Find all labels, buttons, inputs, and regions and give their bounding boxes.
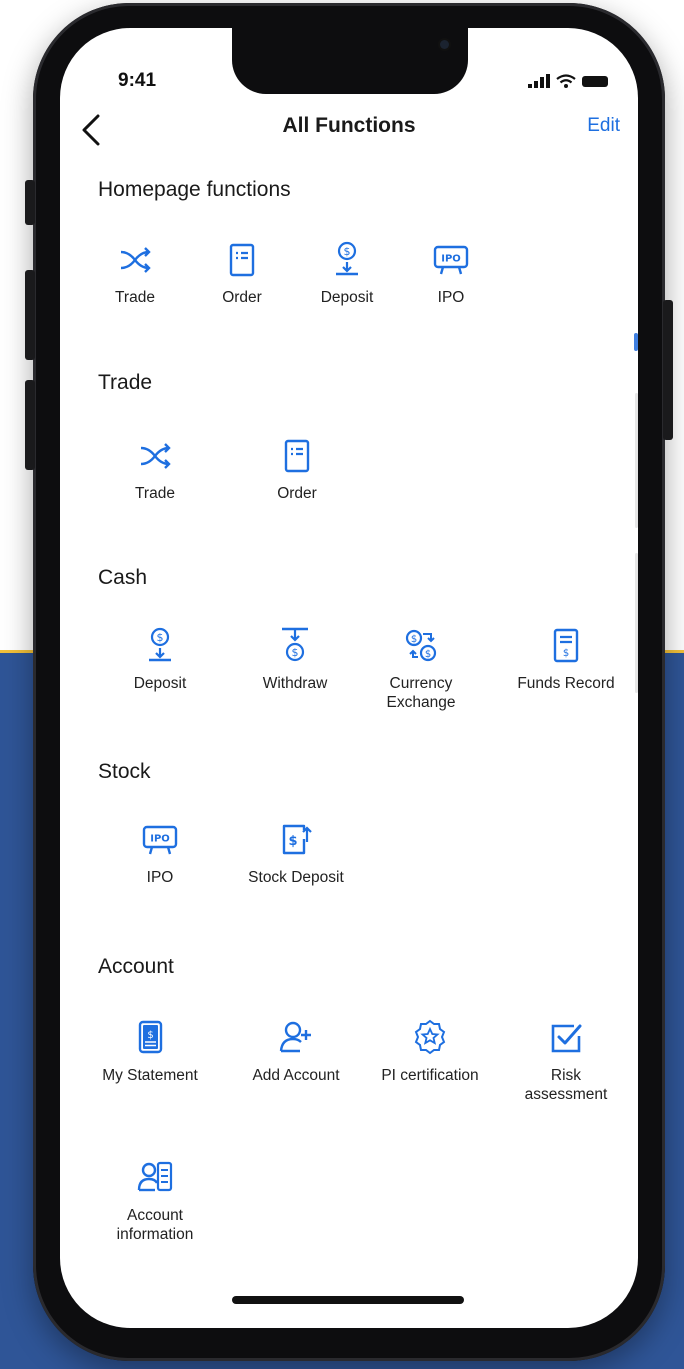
function-item-order[interactable]: Order <box>187 240 297 307</box>
order-list-icon <box>229 243 255 277</box>
function-label: Withdraw <box>262 675 328 692</box>
svg-text:IPO: IPO <box>150 834 170 845</box>
order-list-icon <box>284 439 310 473</box>
add-user-icon <box>279 1021 311 1053</box>
section-title-stock: Stock <box>98 760 151 783</box>
section-title-account: Account <box>98 955 174 978</box>
function-item-add-account[interactable]: Add Account <box>234 1018 358 1085</box>
svg-text:$: $ <box>344 245 351 258</box>
withdraw-coin-icon: $ <box>282 627 308 662</box>
function-label: IPO <box>146 869 174 886</box>
function-item-trade[interactable]: Trade <box>80 240 190 307</box>
statement-icon: $ <box>138 1020 163 1054</box>
phone-volume-up <box>25 270 35 360</box>
status-time: 9:41 <box>118 70 157 91</box>
function-item-risk-assessment[interactable]: Risk assessment <box>508 1018 624 1104</box>
home-indicator[interactable] <box>232 1296 464 1304</box>
svg-text:$: $ <box>425 649 431 660</box>
function-item-pi-certification[interactable]: PI certification <box>360 1018 500 1085</box>
function-item-order[interactable]: Order <box>242 436 352 503</box>
trade-shuffle-icon <box>140 443 171 469</box>
function-item-trade[interactable]: Trade <box>100 436 210 503</box>
function-label: Order <box>277 485 317 502</box>
function-label: IPO <box>437 289 465 306</box>
edit-button[interactable]: Edit <box>587 115 620 137</box>
function-item-my-statement[interactable]: $ My Statement <box>88 1018 212 1085</box>
section-title-cash: Cash <box>98 566 148 589</box>
function-label: Account information <box>116 1207 194 1243</box>
function-label: PI certification <box>381 1067 479 1084</box>
function-label: Trade <box>135 485 175 502</box>
status-icons <box>528 72 610 88</box>
function-label: Add Account <box>252 1067 340 1084</box>
notch <box>232 28 468 94</box>
phone-screen: 9:41 All Functions Edit Homepage functio… <box>60 28 638 1328</box>
deposit-coin-icon: $ <box>149 627 171 662</box>
account-info-icon <box>137 1161 173 1192</box>
function-label: Deposit <box>133 675 187 692</box>
function-label: Order <box>222 289 262 306</box>
svg-text:$: $ <box>157 631 164 644</box>
funds-record-icon: $ <box>553 628 579 663</box>
ipo-board-icon: IPO <box>433 245 469 275</box>
function-item-currency-exchange[interactable]: $ $ Currency Exchange <box>366 626 476 712</box>
stock-deposit-icon: $ <box>282 824 312 855</box>
function-label: Risk assessment <box>524 1067 608 1103</box>
battery-icon <box>582 76 608 87</box>
function-label: Trade <box>115 289 155 306</box>
svg-text:$: $ <box>292 646 299 659</box>
function-label: Deposit <box>320 289 374 306</box>
function-item-account-information[interactable]: Account information <box>100 1158 210 1244</box>
scrollbar-thumb[interactable] <box>634 333 638 351</box>
checkbox-icon <box>551 1024 582 1053</box>
function-item-ipo[interactable]: IPO IPO <box>105 820 215 887</box>
phone-volume-down <box>25 380 35 470</box>
svg-text:$: $ <box>147 1030 153 1041</box>
function-label: Stock Deposit <box>248 869 344 886</box>
svg-text:$: $ <box>563 648 569 659</box>
svg-text:IPO: IPO <box>441 254 461 265</box>
signal-icon <box>528 74 550 88</box>
function-item-ipo[interactable]: IPO IPO <box>396 240 506 307</box>
edge-divider <box>635 393 638 528</box>
edge-divider <box>635 553 638 693</box>
phone-power-button <box>663 300 673 440</box>
svg-text:$: $ <box>411 634 417 645</box>
phone-mute-switch <box>25 180 35 225</box>
trade-shuffle-icon <box>120 247 151 273</box>
wifi-icon <box>556 74 576 88</box>
function-label: Funds Record <box>517 675 615 692</box>
page-title: All Functions <box>282 114 416 137</box>
front-camera <box>440 40 449 49</box>
function-item-deposit[interactable]: $ Deposit <box>105 626 215 693</box>
function-label: My Statement <box>102 1067 198 1084</box>
section-title-trade: Trade <box>98 371 153 394</box>
function-label: Currency Exchange <box>386 675 456 711</box>
function-item-stock-deposit[interactable]: $ Stock Deposit <box>230 820 362 887</box>
section-title-homepage: Homepage functions <box>98 178 291 201</box>
ipo-board-icon: IPO <box>142 825 178 855</box>
currency-exchange-icon: $ $ <box>405 629 437 662</box>
svg-text:$: $ <box>288 834 297 849</box>
deposit-coin-icon: $ <box>336 241 358 276</box>
function-item-deposit[interactable]: $ Deposit <box>292 240 402 307</box>
function-item-funds-record[interactable]: $ Funds Record <box>504 626 628 693</box>
function-item-withdraw[interactable]: $ Withdraw <box>240 626 350 693</box>
badge-star-icon <box>414 1019 446 1055</box>
